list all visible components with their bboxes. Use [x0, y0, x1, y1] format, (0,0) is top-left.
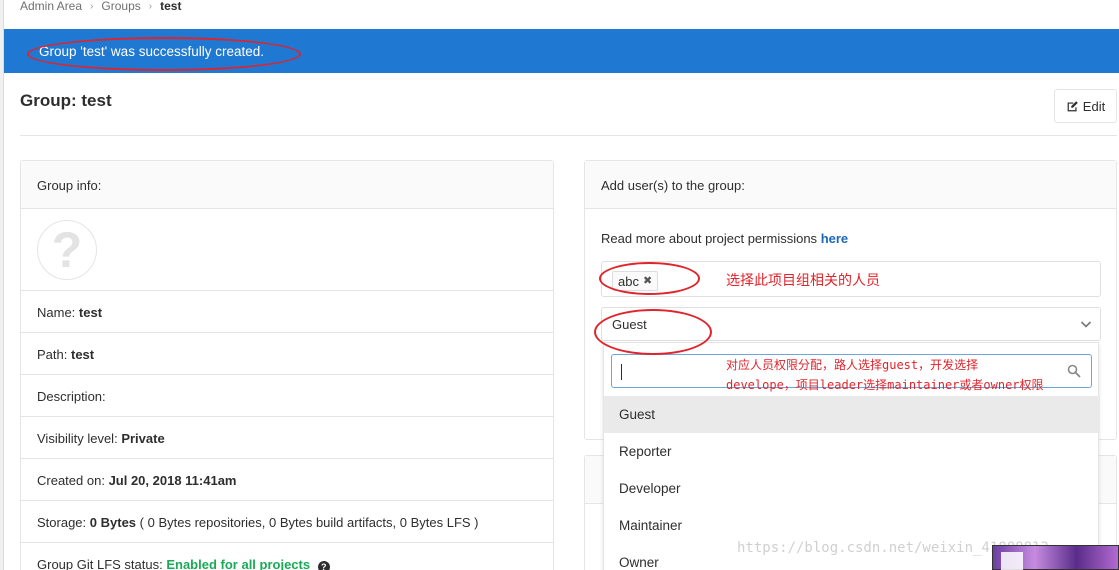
- annotation-circle-role: [594, 309, 712, 355]
- info-label: Storage:: [37, 515, 87, 530]
- edit-button[interactable]: Edit: [1054, 89, 1117, 123]
- info-label: Visibility level:: [37, 431, 118, 446]
- permissions-help-text: Read more about project permissions here: [601, 231, 848, 246]
- info-value: test: [70, 347, 95, 362]
- annotation-circle-user: [599, 262, 700, 295]
- role-option-developer[interactable]: Developer: [604, 470, 1100, 507]
- group-info-panel: Group info: ? Name: test Path: test Desc…: [20, 160, 554, 570]
- info-value: test: [78, 305, 103, 320]
- permissions-link[interactable]: here: [821, 231, 848, 246]
- info-label: Path:: [37, 347, 68, 362]
- add-users-heading: Add user(s) to the group:: [585, 161, 1116, 209]
- breadcrumb-admin-area[interactable]: Admin Area: [20, 0, 82, 13]
- chevron-right-icon: ›: [90, 0, 94, 12]
- info-label: Created on:: [37, 473, 105, 488]
- info-row-created: Created on: Jul 20, 2018 11:41am: [21, 459, 553, 501]
- info-row-visibility: Visibility level: Private: [21, 417, 553, 459]
- info-label: Description:: [37, 389, 106, 404]
- annotation-role-note-line2: develope，项目leader选择maintainer或者owner权限: [726, 378, 1044, 392]
- thumbnail-detail: [1001, 552, 1023, 570]
- annotation-role-note-line1: 对应人员权限分配，路人选择guest，开发选择: [726, 358, 979, 372]
- help-icon[interactable]: ?: [317, 561, 330, 570]
- edit-icon: [1067, 100, 1078, 111]
- text-cursor: [621, 364, 622, 380]
- chevron-down-icon: [1080, 321, 1092, 328]
- annotation-users-note: 选择此项目组相关的人员: [726, 272, 880, 288]
- search-icon: [1067, 364, 1081, 378]
- avatar: ?: [37, 220, 97, 280]
- breadcrumb-current[interactable]: test: [160, 0, 181, 13]
- info-row-storage: Storage: 0 Bytes ( 0 Bytes repositories,…: [21, 501, 553, 543]
- role-option-maintainer[interactable]: Maintainer: [604, 507, 1100, 544]
- lfs-status-value: Enabled for all projects: [166, 557, 311, 570]
- role-option-guest[interactable]: Guest: [604, 396, 1100, 433]
- info-row-path: Path: test: [21, 333, 553, 375]
- role-option-reporter[interactable]: Reporter: [604, 433, 1100, 470]
- info-value: Private: [121, 431, 165, 446]
- question-mark-icon: ?: [51, 222, 83, 278]
- title-divider: [20, 135, 1117, 136]
- breadcrumb-groups[interactable]: Groups: [101, 0, 140, 13]
- read-more-text: Read more about project permissions: [601, 231, 818, 246]
- group-info-heading: Group info:: [21, 161, 553, 209]
- corner-thumbnail-image: [992, 545, 1119, 570]
- info-label: Group Git LFS status:: [37, 557, 163, 570]
- storage-detail: ( 0 Bytes repositories, 0 Bytes build ar…: [139, 515, 479, 530]
- info-label: Name:: [37, 305, 76, 320]
- annotation-circle-flash: [27, 37, 301, 71]
- info-row-description: Description:: [21, 375, 553, 417]
- page-title: Group: test: [20, 91, 112, 110]
- page-scroll-gutter: [0, 0, 4, 570]
- chevron-right-icon: ›: [148, 0, 153, 12]
- breadcrumb: Admin Area › Groups › test: [20, 0, 181, 14]
- info-value: 0 Bytes: [89, 515, 137, 530]
- edit-button-label: Edit: [1082, 98, 1106, 114]
- group-avatar-row: ?: [21, 209, 553, 291]
- info-row-name: Name: test: [21, 291, 553, 333]
- info-row-lfs: Group Git LFS status: Enabled for all pr…: [21, 543, 553, 570]
- info-value: Jul 20, 2018 11:41am: [108, 473, 237, 488]
